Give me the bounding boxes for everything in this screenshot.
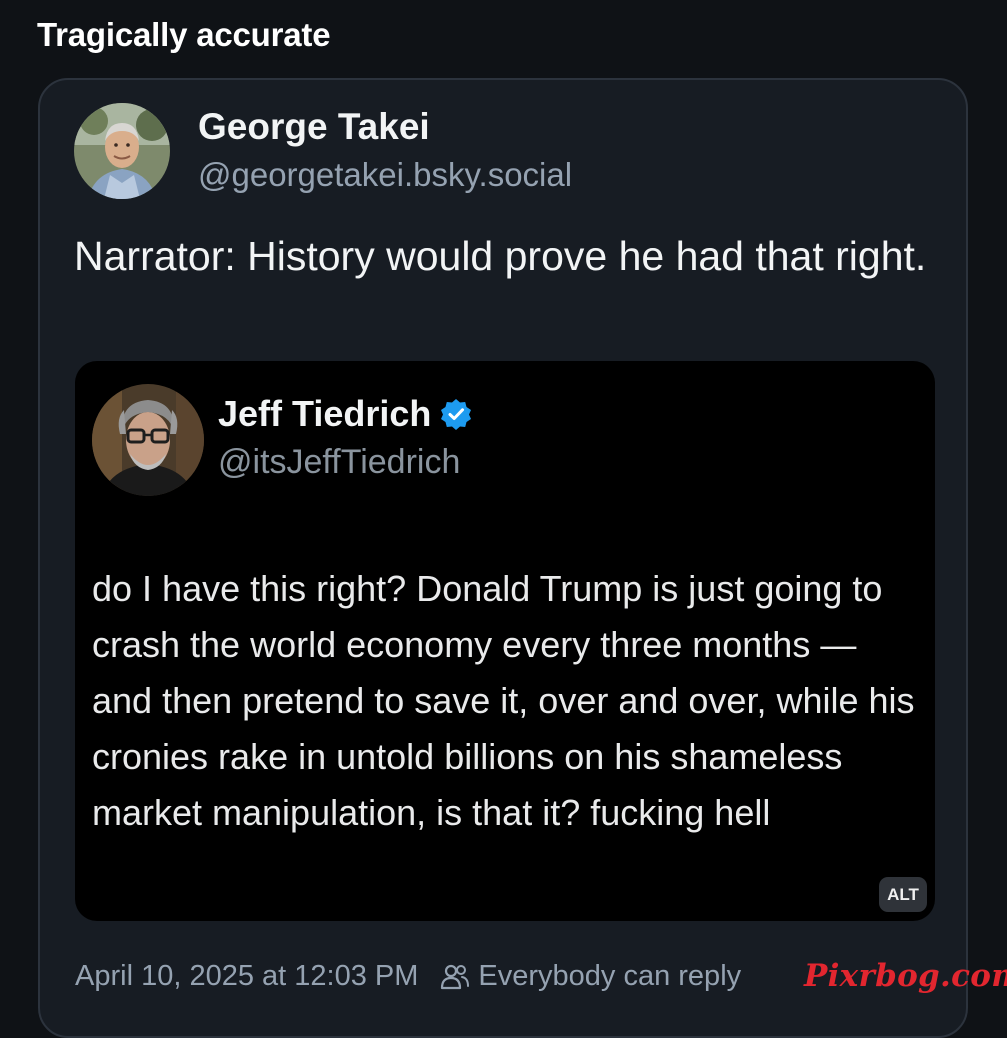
- people-icon: [440, 962, 470, 992]
- quoted-author-row: Jeff Tiedrich: [218, 393, 472, 435]
- quoted-author-handle: @itsJeffTiedrich: [218, 443, 461, 481]
- post-meta-row: April 10, 2025 at 12:03 PM Everybody can…: [75, 960, 741, 993]
- quoted-author-name: Jeff Tiedrich: [218, 393, 432, 434]
- reply-setting[interactable]: Everybody can reply: [478, 960, 741, 993]
- author-name[interactable]: George Takei: [198, 106, 430, 148]
- quoted-author-avatar: [92, 384, 204, 496]
- author-avatar[interactable]: [74, 103, 170, 199]
- post-text: Narrator: History would prove he had tha…: [74, 233, 927, 279]
- quoted-post-image[interactable]: Jeff Tiedrich @itsJeffTiedrich do I have…: [75, 361, 935, 921]
- page-title: Tragically accurate: [37, 16, 331, 53]
- post-card[interactable]: George Takei @georgetakei.bsky.social Na…: [38, 78, 968, 1038]
- quoted-post-text: do I have this right? Donald Trump is ju…: [92, 568, 915, 833]
- alt-text-button[interactable]: ALT: [879, 877, 927, 912]
- post-timestamp[interactable]: April 10, 2025 at 12:03 PM: [75, 960, 418, 993]
- author-handle[interactable]: @georgetakei.bsky.social: [198, 156, 572, 194]
- verified-badge-icon: [440, 398, 472, 430]
- quoted-author-avatar-image: [92, 384, 204, 496]
- author-avatar-image: [74, 103, 170, 199]
- watermark: Pixrbog.com: [804, 958, 1007, 994]
